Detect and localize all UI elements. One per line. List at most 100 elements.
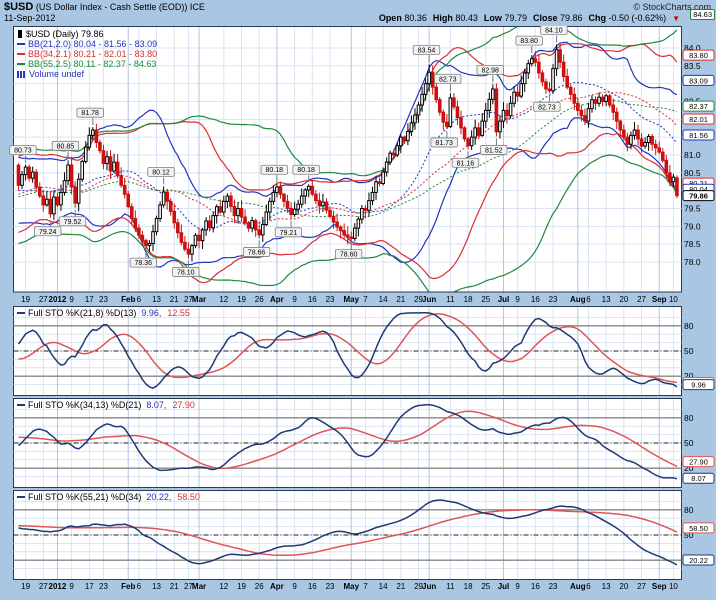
close-value: 79.86 bbox=[560, 13, 583, 23]
svg-text:9: 9 bbox=[69, 582, 74, 591]
svg-text:16: 16 bbox=[308, 295, 317, 304]
svg-text:11: 11 bbox=[446, 582, 455, 591]
date-axis-bottom: 1927201291723Feb6132127Mar121926Apr91623… bbox=[0, 580, 716, 593]
main-legend: $USD (Daily) 79.86 BB(21,2.0) 80.04 - 81… bbox=[17, 29, 157, 79]
sto1-legend-text: Full STO %K(21,8) %D(13) bbox=[28, 308, 136, 318]
svg-text:19: 19 bbox=[237, 295, 246, 304]
svg-text:26: 26 bbox=[255, 582, 264, 591]
change-down-icon: ▼ bbox=[672, 14, 680, 23]
svg-text:78.66: 78.66 bbox=[248, 249, 266, 256]
stockcharts-chart: $USD (US Dollar Index - Cash Settle (EOD… bbox=[0, 0, 716, 600]
svg-text:Jul: Jul bbox=[498, 582, 510, 591]
svg-text:Feb: Feb bbox=[121, 295, 135, 304]
sto-line-swatch-icon bbox=[17, 496, 25, 498]
svg-text:23: 23 bbox=[549, 295, 558, 304]
svg-text:9: 9 bbox=[292, 582, 297, 591]
svg-text:Jul: Jul bbox=[498, 295, 510, 304]
svg-text:9.96: 9.96 bbox=[691, 381, 706, 390]
svg-text:20: 20 bbox=[619, 582, 628, 591]
svg-text:81.16: 81.16 bbox=[457, 160, 475, 167]
quote-line: Open 80.36High 80.43Low 79.79Close 79.86… bbox=[379, 13, 680, 23]
svg-text:23: 23 bbox=[99, 582, 108, 591]
svg-text:21: 21 bbox=[396, 582, 405, 591]
svg-text:Jun: Jun bbox=[422, 582, 436, 591]
svg-text:82.01: 82.01 bbox=[689, 115, 708, 124]
svg-text:79.52: 79.52 bbox=[64, 219, 82, 226]
svg-text:23: 23 bbox=[326, 295, 335, 304]
svg-text:81.78: 81.78 bbox=[81, 110, 99, 117]
svg-text:13: 13 bbox=[602, 582, 611, 591]
low-label: Low bbox=[484, 13, 502, 23]
svg-text:16: 16 bbox=[531, 295, 540, 304]
svg-text:9: 9 bbox=[515, 295, 520, 304]
svg-text:80.85: 80.85 bbox=[57, 143, 75, 150]
svg-text:50: 50 bbox=[684, 438, 694, 448]
svg-text:82.73: 82.73 bbox=[439, 76, 457, 83]
svg-text:78.5: 78.5 bbox=[684, 239, 701, 249]
svg-text:21: 21 bbox=[396, 295, 405, 304]
svg-text:7: 7 bbox=[363, 295, 368, 304]
close-label: Close bbox=[533, 13, 558, 23]
svg-text:78.10: 78.10 bbox=[177, 269, 195, 276]
svg-text:58.50: 58.50 bbox=[689, 524, 708, 533]
svg-text:Jun: Jun bbox=[422, 295, 436, 304]
stochastic-panel-1: 80502012.559.96 bbox=[0, 306, 716, 396]
chg-value: -0.50 (-0.62%) bbox=[609, 13, 667, 23]
chart-title: $USD (US Dollar Index - Cash Settle (EOD… bbox=[4, 1, 205, 13]
svg-text:27: 27 bbox=[637, 582, 646, 591]
svg-text:13: 13 bbox=[152, 295, 161, 304]
svg-text:6: 6 bbox=[586, 582, 591, 591]
svg-text:80: 80 bbox=[684, 505, 694, 515]
svg-text:83.5: 83.5 bbox=[684, 61, 701, 71]
svg-text:14: 14 bbox=[379, 295, 388, 304]
high-label: High bbox=[433, 13, 453, 23]
sto3-k-value: 20.22, bbox=[146, 492, 171, 502]
svg-text:18: 18 bbox=[464, 582, 473, 591]
chg-label: Chg bbox=[589, 13, 607, 23]
svg-text:12: 12 bbox=[219, 582, 228, 591]
svg-text:18: 18 bbox=[464, 295, 473, 304]
svg-text:12: 12 bbox=[219, 295, 228, 304]
bb55-upper-axis-box: 84.63 bbox=[690, 9, 715, 20]
svg-text:82.98: 82.98 bbox=[481, 67, 499, 74]
svg-text:17: 17 bbox=[85, 295, 94, 304]
svg-text:20: 20 bbox=[619, 295, 628, 304]
svg-text:27: 27 bbox=[39, 295, 48, 304]
stochastic-panel-3: 80502058.5020.22 bbox=[0, 490, 716, 580]
svg-text:Feb: Feb bbox=[121, 582, 135, 591]
stochastic-panel-2: 80502027.908.07 bbox=[0, 398, 716, 488]
svg-text:May: May bbox=[343, 295, 359, 304]
svg-text:83.09: 83.09 bbox=[689, 76, 708, 85]
open-label: Open bbox=[379, 13, 402, 23]
volume-legend: Volume undef bbox=[29, 69, 84, 79]
svg-text:21: 21 bbox=[170, 582, 179, 591]
svg-text:81.56: 81.56 bbox=[689, 131, 708, 140]
svg-text:78.0: 78.0 bbox=[684, 257, 701, 267]
svg-text:13: 13 bbox=[152, 582, 161, 591]
ticker-description: (US Dollar Index - Cash Settle (EOD)) IC… bbox=[36, 2, 205, 12]
svg-text:79.21: 79.21 bbox=[280, 230, 298, 237]
chart-date: 11-Sep-2012 bbox=[4, 13, 55, 23]
sto1-k-value: 9.96, bbox=[141, 308, 161, 318]
sto3-d-value: 58.50 bbox=[177, 492, 200, 502]
ticker-symbol: $USD bbox=[4, 1, 33, 13]
svg-text:82.73: 82.73 bbox=[538, 104, 556, 111]
svg-text:Mar: Mar bbox=[192, 582, 206, 591]
volume-bars-icon bbox=[17, 71, 26, 78]
svg-text:80: 80 bbox=[684, 413, 694, 423]
svg-text:81.0: 81.0 bbox=[684, 150, 701, 160]
svg-text:23: 23 bbox=[99, 295, 108, 304]
bb34-legend: BB(34,2.1) 80.21 - 82.01 - 83.80 bbox=[28, 49, 157, 59]
candlestick-icon bbox=[17, 30, 23, 38]
svg-text:83.80: 83.80 bbox=[689, 51, 708, 60]
svg-text:79.24: 79.24 bbox=[39, 229, 57, 236]
svg-text:6: 6 bbox=[137, 582, 142, 591]
date-axis-top: 1927201291723Feb6132127Mar121926Apr91623… bbox=[0, 293, 716, 306]
svg-text:16: 16 bbox=[308, 582, 317, 591]
svg-text:Aug: Aug bbox=[570, 582, 586, 591]
svg-text:83.80: 83.80 bbox=[520, 38, 538, 45]
sto-line-swatch-icon bbox=[17, 404, 25, 406]
svg-text:19: 19 bbox=[237, 582, 246, 591]
svg-text:21: 21 bbox=[170, 295, 179, 304]
sto-line-swatch-icon bbox=[17, 312, 25, 314]
